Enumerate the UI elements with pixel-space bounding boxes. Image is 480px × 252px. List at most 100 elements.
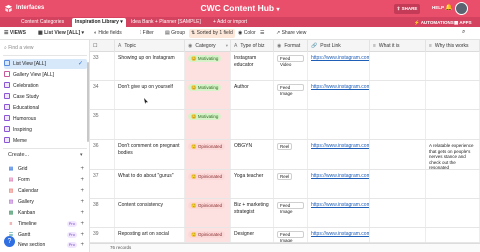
biz-cell[interactable]: OBGYN: [231, 140, 274, 169]
chevron-down-icon[interactable]: ▾: [80, 152, 83, 158]
why-this-works-cell[interactable]: [426, 110, 480, 139]
biz-cell[interactable]: Instagram educator: [231, 52, 274, 80]
avatar[interactable]: [455, 2, 468, 15]
why-this-works-cell[interactable]: A relatable experience that gets on peop…: [426, 140, 480, 169]
app-name[interactable]: Interfaces: [16, 5, 44, 11]
add-import-tab[interactable]: + Add or import: [210, 18, 250, 27]
topic-cell[interactable]: Reposting art on social: [115, 228, 185, 242]
sort-button[interactable]: ⇅ Sorted by 1 field: [189, 29, 235, 38]
header-type-of-biz[interactable]: A Type of biz: [231, 40, 274, 52]
category-cell[interactable]: 🙁 Opinionated: [185, 140, 231, 169]
category-cell[interactable]: 😊 Motivating: [185, 52, 231, 80]
header-format[interactable]: ◉ Format: [274, 40, 308, 52]
category-cell[interactable]: 🙁 Opinionated: [185, 228, 231, 242]
create-timeline-view[interactable]: ≡ Timeline Pro +: [8, 220, 86, 229]
find-view-input[interactable]: ⌕ Find a view: [4, 45, 34, 51]
post-link[interactable]: https://www.instagram.com/p/CUWcB7nYEz/: [308, 170, 370, 198]
why-this-works-cell[interactable]: [426, 228, 480, 242]
color-button[interactable]: ◉ Color: [238, 29, 256, 38]
format-cell[interactable]: Feed Image: [274, 81, 308, 109]
create-section-title[interactable]: Create...: [8, 152, 29, 158]
why-this-works-cell[interactable]: [426, 52, 480, 80]
sidebar-scrollbar[interactable]: [87, 62, 89, 142]
search-icon[interactable]: ⌕: [462, 29, 465, 36]
tab-inspiration-library[interactable]: Inspiration Library ▾: [72, 18, 126, 27]
format-cell[interactable]: Reel: [274, 170, 308, 198]
table-row[interactable]: 35 😊 Motivating: [90, 110, 480, 140]
topic-cell[interactable]: What to do about "gurus": [115, 170, 185, 198]
post-link[interactable]: https://www.instagram.com/p/: [308, 228, 370, 242]
create-gantt-view[interactable]: ☰ Gantt Pro +: [8, 231, 86, 240]
topic-cell[interactable]: Showing up on Instagram: [115, 52, 185, 80]
table-row[interactable]: 33 Showing up on Instagram 😊 Motivating …: [90, 52, 480, 81]
view-item-list-all[interactable]: List View [ALL] ✓: [4, 59, 87, 69]
share-button[interactable]: ⇪ SHARE: [394, 4, 420, 14]
biz-cell[interactable]: [231, 110, 274, 139]
post-link[interactable]: [308, 110, 370, 139]
table-row[interactable]: 37 What to do about "gurus" 🙁 Opinionate…: [90, 170, 480, 199]
what-it-is-cell[interactable]: [370, 52, 426, 80]
format-cell[interactable]: Feed Image: [274, 199, 308, 227]
post-link[interactable]: https://www.instagram.com/reel/CW7cYAbMu…: [308, 140, 370, 169]
help-button[interactable]: HELP: [432, 5, 444, 10]
format-cell[interactable]: [274, 110, 308, 139]
view-item-case-study[interactable]: Case Study: [4, 92, 87, 102]
topic-cell[interactable]: Don't give up on yourself: [115, 81, 185, 109]
group-button[interactable]: ▤ Group: [165, 29, 185, 38]
hide-fields-button[interactable]: ◐ Hide fields: [94, 29, 122, 38]
category-cell[interactable]: 😊 Motivating: [185, 81, 231, 109]
post-link[interactable]: https://www.instagram.com/p/CWDeDe0rJe-/: [308, 52, 370, 80]
header-topic[interactable]: A Topic: [115, 40, 185, 52]
create-grid-view[interactable]: ▦ Grid +: [8, 165, 86, 174]
view-item-inspiring[interactable]: Inspiring: [4, 125, 87, 135]
row-height-button[interactable]: ☰: [260, 29, 264, 38]
views-toggle[interactable]: ☰ VIEWS: [4, 29, 26, 38]
tab-content-categories[interactable]: Content Categories: [18, 18, 67, 27]
post-link[interactable]: https://www.instagram.com/p/CZKAk_Yo_P0/: [308, 81, 370, 109]
topic-cell[interactable]: Don't comment on pregnant bodies: [115, 140, 185, 169]
header-why-this-works[interactable]: ≡ Why this works: [426, 40, 480, 52]
share-view-button[interactable]: ↗ Share view: [276, 29, 306, 38]
format-cell[interactable]: Feed Image: [274, 228, 308, 242]
create-gallery-view[interactable]: ▧ Gallery +: [8, 198, 86, 207]
header-category[interactable]: ◉ Category ▾: [185, 40, 231, 52]
view-item-celebration[interactable]: Celebration: [4, 81, 87, 91]
biz-cell[interactable]: Author: [231, 81, 274, 109]
biz-cell[interactable]: Designer: [231, 228, 274, 242]
header-select-all[interactable]: ☐: [90, 40, 115, 52]
create-kanban-view[interactable]: ▩ Kanban +: [8, 209, 86, 218]
why-this-works-cell[interactable]: [426, 170, 480, 198]
create-form-view[interactable]: ▤ Form +: [8, 176, 86, 185]
airtable-logo-icon[interactable]: [4, 4, 13, 13]
category-cell[interactable]: 😊 Motivating: [185, 110, 231, 139]
view-item-humorous[interactable]: Humorous: [4, 114, 87, 124]
automations-button[interactable]: ⚡ AUTOMATIONS: [414, 18, 454, 27]
header-what-it-is[interactable]: ≡ What it is: [370, 40, 426, 52]
what-it-is-cell[interactable]: [370, 110, 426, 139]
what-it-is-cell[interactable]: [370, 199, 426, 227]
view-item-educational[interactable]: Educational: [4, 103, 87, 113]
why-this-works-cell[interactable]: [426, 199, 480, 227]
topic-cell[interactable]: [115, 110, 185, 139]
create-new-section[interactable]: New section Pro +: [8, 241, 86, 250]
filter-button[interactable]: ⫶ Filter: [140, 29, 154, 38]
why-this-works-cell[interactable]: [426, 81, 480, 109]
what-it-is-cell[interactable]: [370, 81, 426, 109]
header-post-link[interactable]: 🔗 Post Link: [308, 40, 370, 52]
format-cell[interactable]: Reel: [274, 140, 308, 169]
table-row[interactable]: 34 Don't give up on yourself 😊 Motivatin…: [90, 81, 480, 110]
category-cell[interactable]: 🙁 Opinionated: [185, 170, 231, 198]
biz-cell[interactable]: Yoga teacher: [231, 170, 274, 198]
create-calendar-view[interactable]: ▥ Calendar +: [8, 187, 86, 196]
view-item-meme[interactable]: Meme: [4, 136, 87, 146]
tab-idea-bank[interactable]: Idea Bank + Planner [SAMPLE]: [128, 18, 204, 27]
biz-cell[interactable]: Biz + marketing strategist: [231, 199, 274, 227]
bell-icon[interactable]: 🔔: [445, 4, 452, 11]
table-row[interactable]: 38 Content consistency 🙁 Opinionated Biz…: [90, 199, 480, 228]
what-it-is-cell[interactable]: [370, 140, 426, 169]
what-it-is-cell[interactable]: [370, 170, 426, 198]
post-link[interactable]: https://www.instagram.com/p/CSuTBWO_Jd/: [308, 199, 370, 227]
apps-button[interactable]: ▦ APPS: [454, 18, 472, 27]
what-it-is-cell[interactable]: [370, 228, 426, 242]
table-row[interactable]: 36 Don't comment on pregnant bodies 🙁 Op…: [90, 140, 480, 170]
